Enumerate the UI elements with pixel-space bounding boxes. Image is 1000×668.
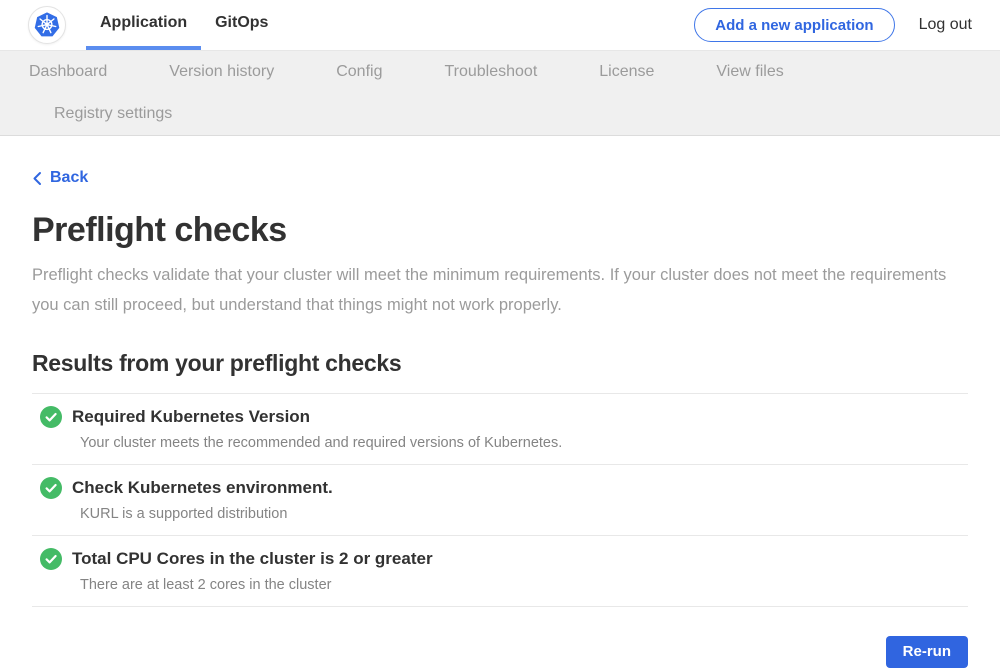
check-title: Total CPU Cores in the cluster is 2 or g… bbox=[72, 548, 433, 570]
check-success-icon bbox=[40, 477, 62, 499]
page-description: Preflight checks validate that your clus… bbox=[32, 260, 968, 320]
check-detail: There are at least 2 cores in the cluste… bbox=[80, 575, 968, 595]
check-header: Check Kubernetes environment. bbox=[40, 477, 968, 499]
navbar-right: Add a new application Log out bbox=[694, 0, 1000, 50]
back-link[interactable]: Back bbox=[32, 169, 88, 187]
kubernetes-logo[interactable] bbox=[28, 6, 66, 44]
back-label: Back bbox=[50, 169, 88, 187]
tab-application-label: Application bbox=[100, 14, 187, 32]
preflight-page: Back Preflight checks Preflight checks v… bbox=[0, 136, 1000, 668]
check-header: Total CPU Cores in the cluster is 2 or g… bbox=[40, 548, 968, 570]
subnav-item-dashboard[interactable]: Dashboard bbox=[29, 51, 107, 93]
app-subnav: Dashboard Version history Config Trouble… bbox=[0, 51, 1000, 136]
tab-gitops-label: GitOps bbox=[215, 14, 268, 32]
check-detail: KURL is a supported distribution bbox=[80, 504, 968, 524]
check-title: Required Kubernetes Version bbox=[72, 406, 310, 428]
check-header: Required Kubernetes Version bbox=[40, 406, 968, 428]
tab-application[interactable]: Application bbox=[86, 0, 201, 50]
subnav-item-view-files[interactable]: View files bbox=[716, 51, 783, 93]
subnav-item-troubleshoot[interactable]: Troubleshoot bbox=[444, 51, 537, 93]
footer-actions: Re-run bbox=[32, 636, 968, 668]
preflight-results-list: Required Kubernetes Version Your cluster… bbox=[32, 393, 968, 607]
primary-tabs: Application GitOps bbox=[86, 0, 282, 50]
top-navbar: Application GitOps Add a new application… bbox=[0, 0, 1000, 51]
subnav-item-license[interactable]: License bbox=[599, 51, 654, 93]
logout-link[interactable]: Log out bbox=[919, 16, 972, 34]
subnav-item-version-history[interactable]: Version history bbox=[169, 51, 274, 93]
preflight-check-row: Required Kubernetes Version Your cluster… bbox=[32, 393, 968, 464]
kubernetes-helm-icon bbox=[32, 10, 62, 40]
preflight-check-row: Check Kubernetes environment. KURL is a … bbox=[32, 464, 968, 535]
rerun-button[interactable]: Re-run bbox=[886, 636, 968, 668]
chevron-left-icon bbox=[32, 171, 42, 186]
preflight-check-row: Total CPU Cores in the cluster is 2 or g… bbox=[32, 535, 968, 606]
subnav-item-registry-settings[interactable]: Registry settings bbox=[54, 93, 172, 135]
check-detail: Your cluster meets the recommended and r… bbox=[80, 433, 968, 453]
check-success-icon bbox=[40, 548, 62, 570]
check-title: Check Kubernetes environment. bbox=[72, 477, 333, 499]
tab-gitops[interactable]: GitOps bbox=[201, 0, 282, 50]
results-title: Results from your preflight checks bbox=[32, 350, 968, 377]
check-success-icon bbox=[40, 406, 62, 428]
subnav-item-config[interactable]: Config bbox=[336, 51, 382, 93]
page-title: Preflight checks bbox=[32, 211, 968, 250]
add-application-button[interactable]: Add a new application bbox=[694, 8, 894, 42]
